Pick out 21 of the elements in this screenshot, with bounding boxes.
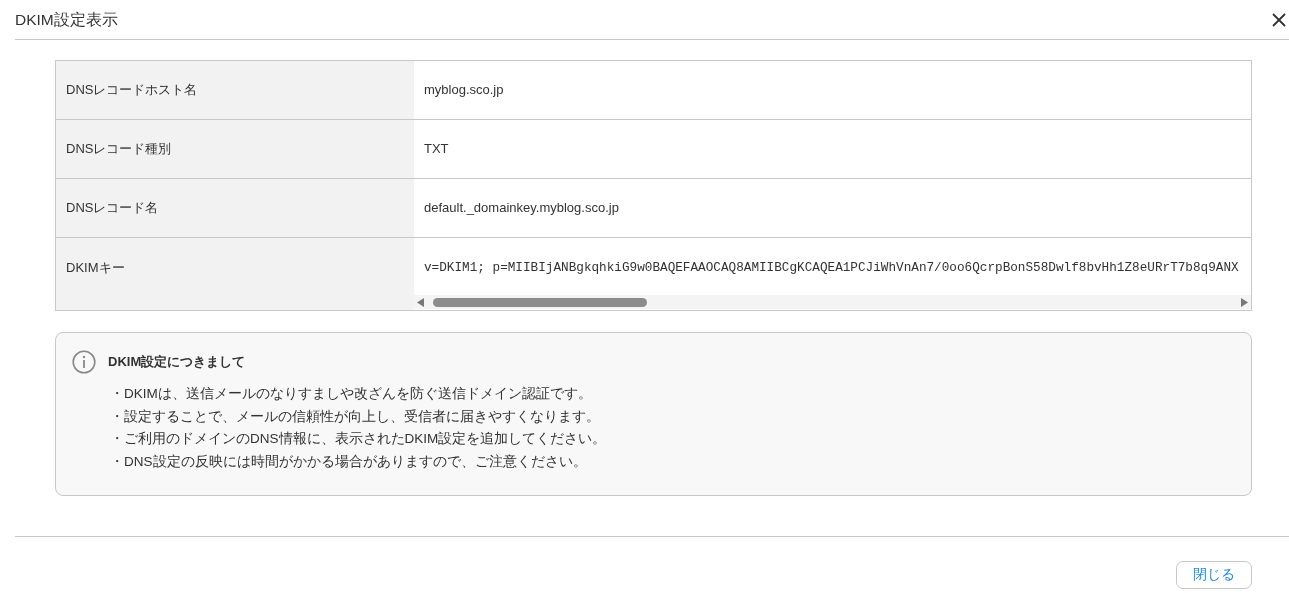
horizontal-scrollbar[interactable] [414,295,1251,309]
notice-text: ・DKIMは、送信メールのなりすましや改ざんを防ぐ送信ドメイン認証です。 [110,385,593,403]
scroll-left-icon [417,297,425,307]
field-label: DNSレコード種別 [56,120,414,178]
close-icon[interactable] [1272,12,1286,27]
notice-text: ・ご利用のドメインのDNS情報に、表示されたDKIM設定を追加してください。 [110,430,608,449]
field-label: DNSレコード名 [56,179,414,237]
dialog-title: DKIM設定表示 [15,9,118,30]
field-label: DKIMキー [56,238,414,310]
field-value: myblog.sco.jp [424,81,504,100]
scroll-right-icon [1240,297,1248,307]
field-value: default._domainkey.myblog.sco.jp [424,199,619,218]
notice-title: DKIM設定につきまして [108,353,246,372]
close-button[interactable]: 閉じる [1176,560,1252,589]
field-label: DNSレコードホスト名 [56,61,414,119]
field-value: TXT [424,140,449,159]
notice-text: ・DNS設定の反映には時間がかかる場合がありますので、ご注意ください。 [110,453,588,472]
notice-text: ・設定することで、メールの信頼性が向上し、受信者に届きやすくなります。 [110,407,601,426]
info-icon [72,350,96,374]
scrollbar-thumb[interactable] [433,297,647,307]
dkim-key-value: v=DKIM1; p=MIIBIjANBgkqhkiG9w0BAQEFAAOCAQ8AMIIBCgKCAQEA1PCJiWhVnAn7/0oo6QcrpBonS58Dwlf8bvHh1Z8eURrT7b8q9ANX [423,259,1239,276]
